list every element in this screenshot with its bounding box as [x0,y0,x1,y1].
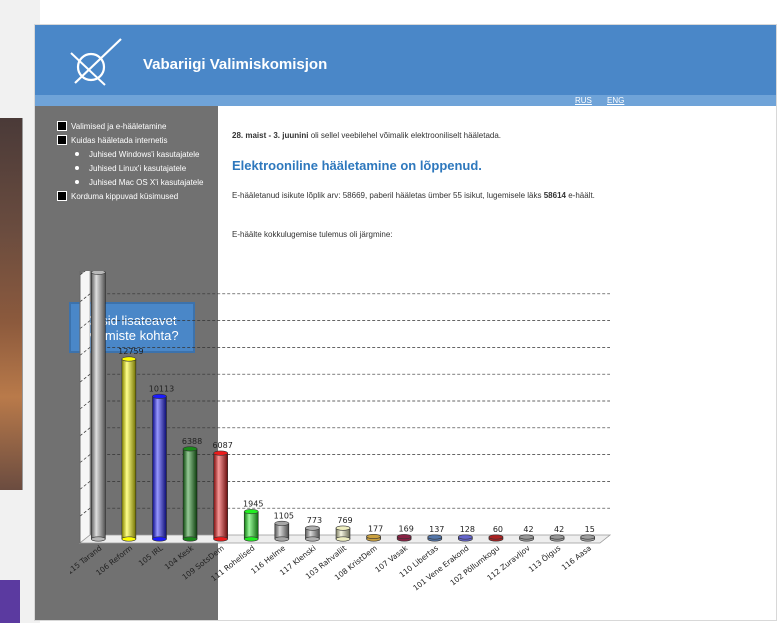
bar-top [366,534,381,540]
bar-base [121,536,137,542]
bar-shading [183,448,198,539]
lang-eng-link[interactable]: ENG [607,95,624,106]
sidebar-item-linux[interactable]: Juhised Linux'i kasutajatele [57,161,217,175]
intro-dates: 28. maist - 3. juunini [232,131,309,140]
site-header: Vabariigi Valimiskomisjon [35,25,776,95]
site-title[interactable]: Vabariigi Valimiskomisjon [143,56,327,73]
bullet-square-icon [57,121,67,131]
sidebar-item-label: Valimised ja e-hääletamine [71,121,167,131]
bar-top [427,534,443,540]
bar-top [549,534,565,540]
sidebar-item-kuidas[interactable]: Kuidas hääletada internetis [57,133,217,147]
gridline [79,293,610,303]
intro-rest: oli sellel veebilehel võimalik elektroon… [308,131,502,140]
chart-side-wall [79,271,91,544]
bar-shading [152,396,167,539]
language-bar: RUS ENG [35,95,776,106]
sidebar-item-label: Korduma kippuvad küsimused [71,191,179,201]
bar-top [182,446,198,452]
counted-votes: 58614 [543,191,566,200]
bar-base [90,536,106,542]
bar-value-label: 6388 [182,437,202,446]
bar-shading [121,359,136,539]
bar-value-label: 60 [493,525,503,534]
results-bar-chart: 18905115 Tarand12759106 Reform10113105 I… [70,271,612,593]
results-intro: E-häälte kokkulugemise tulemus oli järgm… [232,230,393,239]
bar-top [121,356,137,362]
bar-value-label: 769 [337,516,352,525]
bar-base [152,536,167,542]
bar-shading [244,511,259,539]
bar-value-label: 1945 [243,500,263,509]
category-label: 113 Õigus [527,543,563,574]
bar-value-label: 42 [554,525,564,534]
bar-top [274,520,290,526]
background-photo [0,118,23,490]
background-accent [0,580,20,623]
sidebar-item-label: Juhised Mac OS X'i kasutajatele [89,177,204,187]
bar-value-label: 137 [429,525,444,534]
bullet-dot-icon [75,180,79,184]
bullet-square-icon [57,135,67,145]
bar-top [458,534,473,540]
turnout-text: E-hääletanud isikute lõplik arv: 58669, … [232,190,652,202]
bullet-dot-icon [75,166,79,170]
turnout-line: E-hääletanud isikute lõplik arv: 58669, … [232,191,544,200]
sidebar-item-kkk[interactable]: Korduma kippuvad küsimused [57,189,217,203]
turnout-end: e-häält. [565,191,595,200]
sidebar-item-windows[interactable]: Juhised Windows'i kasutajatele [57,147,217,161]
sidebar-item-label: Juhised Linux'i kasutajatele [89,163,187,173]
bar-base [182,536,198,542]
lang-rus-link[interactable]: RUS [575,95,592,106]
bar-value-label: 12759 [118,347,143,356]
gridline [79,347,610,356]
bar-top [396,534,412,540]
bar-value-label: 10113 [149,384,174,393]
sidebar-menu: Valimised ja e-hääletamine Kuidas häälet… [57,119,217,203]
bar-value-label: 1105 [274,511,294,520]
bar-value-label: 6087 [212,441,232,450]
web-page: Vabariigi Valimiskomisjon RUS ENG Valimi… [34,24,777,621]
bar-base [243,536,259,542]
intro-text: 28. maist - 3. juunini oli sellel veebil… [232,131,501,140]
bar-base [274,536,290,542]
sidebar-item-label: Juhised Windows'i kasutajatele [89,149,200,159]
bar-base [213,536,228,542]
bar-top [243,509,259,515]
bar-value-label: 128 [460,525,475,534]
page-heading: Elektrooniline hääletamine on lõppenud. [232,158,482,173]
bar-top [213,450,228,456]
bar-shading [213,453,228,539]
gridline [79,373,610,383]
bar-value-label: 42 [523,525,533,534]
sidebar-item-macos[interactable]: Juhised Mac OS X'i kasutajatele [57,175,217,189]
category-label: 105 IRL [137,543,165,568]
valimiskomisjon-logo-icon[interactable] [61,33,125,89]
bar-value-label: 15 [585,525,595,534]
category-label: 101 Vene Erakond [411,543,470,592]
bullet-square-icon [57,191,67,201]
bar-top [305,525,320,531]
bar-top [580,534,596,540]
bar-value-label: 169 [399,525,414,534]
bar-value-label: 177 [368,525,383,534]
bar-top [335,525,351,531]
bar-top [488,534,504,540]
sidebar-item-valimised[interactable]: Valimised ja e-hääletamine [57,119,217,133]
bar-shading [91,272,106,539]
bar-top [519,534,534,540]
bar-base [335,536,351,542]
sidebar-item-label: Kuidas hääletada internetis [71,135,168,145]
gridline [79,271,86,276]
gridline [79,320,610,329]
bar-top [152,393,167,399]
bar-value-label: 773 [307,516,322,525]
bullet-dot-icon [75,152,79,156]
bar-top [90,271,106,275]
bar-base [305,536,320,542]
category-label: 116 Aasa [560,543,593,572]
